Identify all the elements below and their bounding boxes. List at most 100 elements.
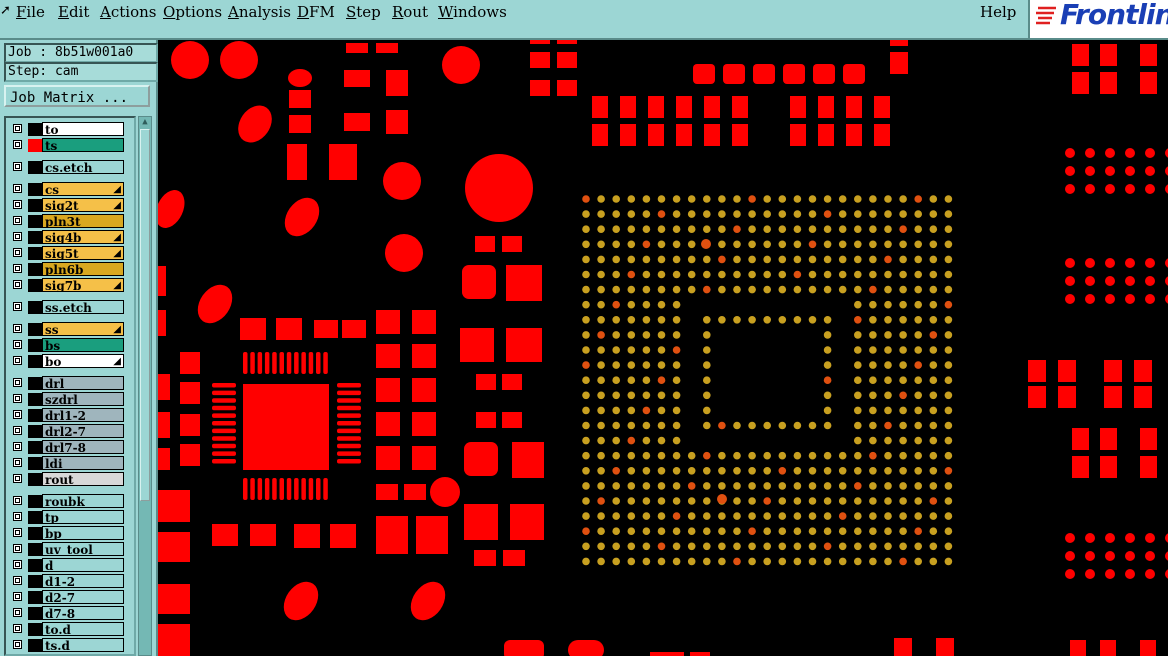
layer-row-ldi[interactable]: ldi — [8, 456, 128, 471]
layer-row-drl[interactable]: drl — [8, 376, 128, 391]
layer-name[interactable]: pln3t — [42, 214, 124, 228]
layer-row-drl2-7[interactable]: drl2-7 — [8, 424, 128, 439]
layer-checkbox-icon[interactable] — [13, 264, 22, 273]
layer-checkbox-icon[interactable] — [13, 608, 22, 617]
layer-display-swatch[interactable] — [28, 199, 42, 212]
layer-row-roubk[interactable]: roubk — [8, 494, 128, 509]
menu-file[interactable]: File — [16, 3, 45, 21]
layer-name[interactable]: ss.etch — [42, 300, 124, 314]
layer-row-ts[interactable]: ts — [8, 138, 128, 153]
layer-display-swatch[interactable] — [28, 559, 42, 572]
layer-name[interactable]: drl — [42, 376, 124, 390]
layer-row-drl7-8[interactable]: drl7-8 — [8, 440, 128, 455]
layer-display-swatch[interactable] — [28, 161, 42, 174]
layer-display-swatch[interactable] — [28, 575, 42, 588]
layer-display-swatch[interactable] — [28, 123, 42, 136]
layer-name[interactable]: sig7b ◢ — [42, 278, 124, 292]
layer-checkbox-icon[interactable] — [13, 378, 22, 387]
layer-checkbox-icon[interactable] — [13, 528, 22, 537]
layer-row-sig2t[interactable]: sig2t ◢ — [8, 198, 128, 213]
menu-actions[interactable]: Actions — [100, 3, 156, 21]
layer-display-swatch[interactable] — [28, 527, 42, 540]
layer-checkbox-icon[interactable] — [13, 200, 22, 209]
layer-display-swatch[interactable] — [28, 247, 42, 260]
layer-row-d1-2[interactable]: d1-2 — [8, 574, 128, 589]
layer-name[interactable]: d — [42, 558, 124, 572]
layer-name[interactable]: ts — [42, 138, 124, 152]
layer-checkbox-icon[interactable] — [13, 340, 22, 349]
layer-row-ts.d[interactable]: ts.d — [8, 638, 128, 653]
menu-dfm[interactable]: DFM — [297, 3, 335, 21]
layer-display-swatch[interactable] — [28, 457, 42, 470]
layer-name[interactable]: cs.etch — [42, 160, 124, 174]
layer-row-d2-7[interactable]: d2-7 — [8, 590, 128, 605]
layer-checkbox-icon[interactable] — [13, 640, 22, 649]
layer-name[interactable]: bp — [42, 526, 124, 540]
menu-edit[interactable]: Edit — [58, 3, 89, 21]
layer-checkbox-icon[interactable] — [13, 576, 22, 585]
layer-row-szdrl[interactable]: szdrl — [8, 392, 128, 407]
layer-checkbox-icon[interactable] — [13, 442, 22, 451]
layer-display-swatch[interactable] — [28, 301, 42, 314]
layer-checkbox-icon[interactable] — [13, 512, 22, 521]
layer-name[interactable]: d2-7 — [42, 590, 124, 604]
layer-checkbox-icon[interactable] — [13, 394, 22, 403]
layer-name[interactable]: cs ◢ — [42, 182, 124, 196]
layer-display-swatch[interactable] — [28, 183, 42, 196]
layer-checkbox-icon[interactable] — [13, 124, 22, 133]
layer-checkbox-icon[interactable] — [13, 140, 22, 149]
layer-checkbox-icon[interactable] — [13, 592, 22, 601]
layer-name[interactable]: szdrl — [42, 392, 124, 406]
layer-row-d[interactable]: d — [8, 558, 128, 573]
layer-list-scrollbar[interactable]: ▲ — [138, 116, 152, 656]
layer-name[interactable]: ss ◢ — [42, 322, 124, 336]
layer-row-sig5t[interactable]: sig5t ◢ — [8, 246, 128, 261]
layer-display-swatch[interactable] — [28, 279, 42, 292]
layer-row-drl1-2[interactable]: drl1-2 — [8, 408, 128, 423]
layer-name[interactable]: uv_tool — [42, 542, 124, 556]
layer-display-swatch[interactable] — [28, 441, 42, 454]
layer-checkbox-icon[interactable] — [13, 426, 22, 435]
layer-row-to.d[interactable]: to.d — [8, 622, 128, 637]
layer-display-swatch[interactable] — [28, 215, 42, 228]
layer-row-cs[interactable]: cs ◢ — [8, 182, 128, 197]
layer-checkbox-icon[interactable] — [13, 496, 22, 505]
menu-step[interactable]: Step — [346, 3, 381, 21]
layer-display-swatch[interactable] — [28, 425, 42, 438]
layer-display-swatch[interactable] — [28, 409, 42, 422]
layer-name[interactable]: d7-8 — [42, 606, 124, 620]
layer-display-swatch[interactable] — [28, 377, 42, 390]
layer-row-pln6b[interactable]: pln6b — [8, 262, 128, 277]
layer-name[interactable]: to — [42, 122, 124, 136]
layer-display-swatch[interactable] — [28, 263, 42, 276]
layer-name[interactable]: sig2t ◢ — [42, 198, 124, 212]
layer-display-swatch[interactable] — [28, 639, 42, 652]
layer-name[interactable]: ts.d — [42, 638, 124, 652]
menu-help[interactable]: Help — [980, 3, 1016, 21]
menu-rout[interactable]: Rout — [392, 3, 428, 21]
layer-row-pln3t[interactable]: pln3t — [8, 214, 128, 229]
layer-row-tp[interactable]: tp — [8, 510, 128, 525]
layer-name[interactable]: sig5t ◢ — [42, 246, 124, 260]
layer-checkbox-icon[interactable] — [13, 474, 22, 483]
layer-checkbox-icon[interactable] — [13, 356, 22, 365]
layer-checkbox-icon[interactable] — [13, 324, 22, 333]
layer-display-swatch[interactable] — [28, 623, 42, 636]
layer-checkbox-icon[interactable] — [13, 544, 22, 553]
layer-name[interactable]: roubk — [42, 494, 124, 508]
layer-display-swatch[interactable] — [28, 495, 42, 508]
layer-display-swatch[interactable] — [28, 543, 42, 556]
job-matrix-button[interactable]: Job Matrix ... — [4, 85, 150, 107]
layer-row-sig7b[interactable]: sig7b ◢ — [8, 278, 128, 293]
scrollbar-thumb[interactable] — [140, 129, 150, 501]
layer-display-swatch[interactable] — [28, 355, 42, 368]
layer-name[interactable]: drl7-8 — [42, 440, 124, 454]
layer-row-uv_tool[interactable]: uv_tool — [8, 542, 128, 557]
layer-checkbox-icon[interactable] — [13, 410, 22, 419]
layer-row-bp[interactable]: bp — [8, 526, 128, 541]
layer-name[interactable]: sig4b ◢ — [42, 230, 124, 244]
layer-row-bs[interactable]: bs — [8, 338, 128, 353]
layer-checkbox-icon[interactable] — [13, 560, 22, 569]
layer-row-rout[interactable]: rout — [8, 472, 128, 487]
layer-row-to[interactable]: to — [8, 122, 128, 137]
